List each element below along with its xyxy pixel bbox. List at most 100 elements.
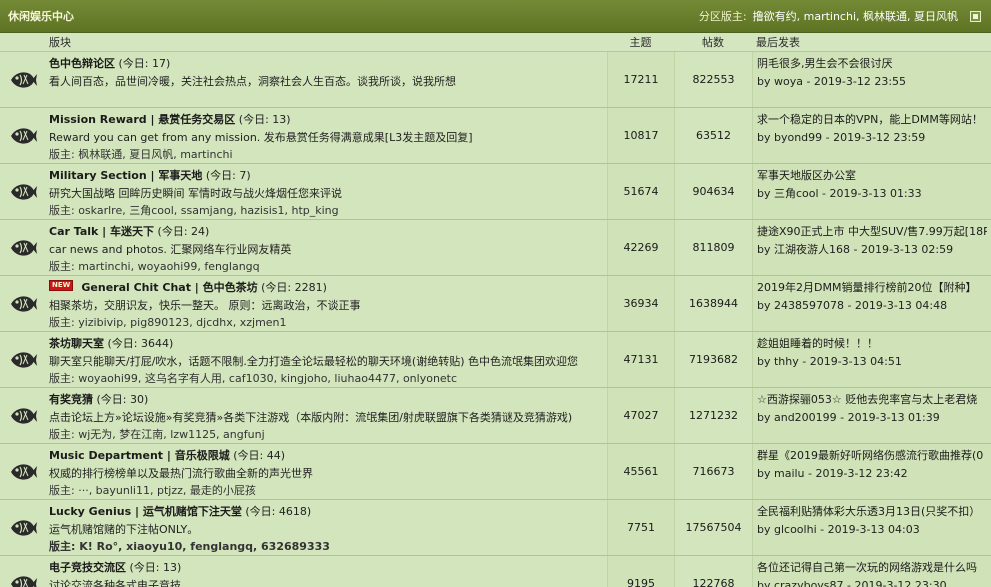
board-last-post: 求一个稳定的日本的VPN，能上DMM等网站！ by byond99 - 2019… (752, 108, 991, 163)
board-name[interactable]: 有奖竞猜 (49, 393, 93, 406)
collapse-toggle-icon[interactable] (970, 10, 981, 22)
board-last-post: 2019年2月DMM销量排行榜前20位【附种】 by 2438597078 - … (752, 276, 991, 331)
last-post-meta[interactable]: by 江湖夜游人168 - 2019-3-13 02:59 (757, 241, 987, 259)
board-row: 电子竞技交流区 (今日: 13) 讨论交流各种各式电子竞技 版主: vincen… (0, 556, 991, 587)
board-topic-count: 47027 (607, 388, 674, 443)
board-name[interactable]: Military Section | 军事天地 (49, 169, 202, 182)
board-title-line: NEW General Chit Chat | 色中色茶坊 (今日: 2281) (49, 279, 603, 297)
last-post-title[interactable]: ☆西游探骊053☆ 贬他去兜率宫与太上老君烧 (757, 391, 987, 409)
board-info: Car Talk | 车迷天下 (今日: 24) car news and ph… (45, 220, 607, 275)
board-list: 色中色辩论区 (今日: 17) 看人间百态，品世间冷暖，关注社会热点，洞察社会人… (0, 52, 991, 587)
board-status-fish-icon[interactable] (0, 388, 45, 443)
board-row: 色中色辩论区 (今日: 17) 看人间百态，品世间冷暖，关注社会热点，洞察社会人… (0, 52, 991, 108)
board-last-post: 全民福利贴猜体彩大乐透3月13日(只奖不扣） by glcoolhi - 201… (752, 500, 991, 555)
board-row: Music Department | 音乐极限城 (今日: 44) 权威的排行榜… (0, 444, 991, 500)
board-status-fish-icon[interactable] (0, 276, 45, 331)
moderators-label: 分区版主: (698, 10, 747, 23)
last-post-title[interactable]: 军事天地版区办公室 (757, 167, 987, 185)
board-post-count: 822553 (674, 52, 752, 107)
column-header: 版块 主题 帖数 最后发表 (0, 33, 991, 52)
board-status-fish-icon[interactable] (0, 220, 45, 275)
last-post-title[interactable]: 趁姐姐睡着的时候！！！ (757, 335, 987, 353)
board-row: Mission Reward | 悬赏任务交易区 (今日: 13) Reward… (0, 108, 991, 164)
board-info: NEW General Chit Chat | 色中色茶坊 (今日: 2281) … (45, 276, 607, 331)
board-name[interactable]: Lucky Genius | 运气机赌馆下注天堂 (49, 505, 242, 518)
board-title-line: Music Department | 音乐极限城 (今日: 44) (49, 447, 603, 465)
category-title[interactable]: 休闲娱乐中心 (8, 8, 74, 24)
board-post-count: 122768 (674, 556, 752, 587)
board-last-post: ☆西游探骊053☆ 贬他去兜率宫与太上老君烧 by and200199 - 20… (752, 388, 991, 443)
last-post-meta[interactable]: by and200199 - 2019-3-13 01:39 (757, 409, 987, 427)
board-post-count: 811809 (674, 220, 752, 275)
board-last-post: 群星《2019最新好听网络伤感流行歌曲推荐(0 by mailu - 2019-… (752, 444, 991, 499)
board-topic-count: 10817 (607, 108, 674, 163)
board-status-fish-icon[interactable] (0, 444, 45, 499)
board-row: 有奖竞猜 (今日: 30) 点击论坛上方»论坛设施»有奖竞猜»各类下注游戏（本版… (0, 388, 991, 444)
board-status-fish-icon[interactable] (0, 52, 45, 107)
last-post-title[interactable]: 各位还记得自己第一次玩的网络游戏是什么吗 (757, 559, 987, 577)
board-name[interactable]: 色中色辩论区 (49, 57, 115, 70)
board-moderators[interactable]: 版主: oskarlre, 三角cool, ssamjang, hazisis1… (49, 202, 603, 219)
board-row: Lucky Genius | 运气机赌馆下注天堂 (今日: 4618) 运气机赌… (0, 500, 991, 556)
last-post-title[interactable]: 求一个稳定的日本的VPN，能上DMM等网站！ (757, 111, 987, 129)
board-moderators[interactable]: 版主: woyaohi99, 这乌名字有人用, caf1030, kingjoh… (49, 370, 603, 387)
board-name[interactable]: 茶坊聊天室 (49, 337, 104, 350)
last-post-meta[interactable]: by glcoolhi - 2019-3-13 04:03 (757, 521, 987, 539)
moderators-list[interactable]: 撸欲有约, martinchi, 枫林联通, 夏日风帆 (753, 8, 958, 24)
board-title-line: 茶坊聊天室 (今日: 3644) (49, 335, 603, 353)
board-topic-count: 47131 (607, 332, 674, 387)
board-name[interactable]: Music Department | 音乐极限城 (49, 449, 230, 462)
board-status-fish-icon[interactable] (0, 332, 45, 387)
board-info: 有奖竞猜 (今日: 30) 点击论坛上方»论坛设施»有奖竞猜»各类下注游戏（本版… (45, 388, 607, 443)
last-post-meta[interactable]: by 三角cool - 2019-3-13 01:33 (757, 185, 987, 203)
last-post-title[interactable]: 全民福利贴猜体彩大乐透3月13日(只奖不扣） (757, 503, 987, 521)
board-info: 电子竞技交流区 (今日: 13) 讨论交流各种各式电子竞技 版主: vincen… (45, 556, 607, 587)
last-post-meta[interactable]: by mailu - 2019-3-12 23:42 (757, 465, 987, 483)
board-title-line: Military Section | 军事天地 (今日: 7) (49, 167, 603, 185)
board-moderators[interactable]: 版主: K! Ro°, xiaoyu10, fenglangq, 6326893… (49, 538, 603, 555)
board-status-fish-icon[interactable] (0, 164, 45, 219)
board-last-post: 阴毛很多,男生会不会很讨厌 by woya - 2019-3-12 23:55 (752, 52, 991, 107)
board-moderators[interactable]: 版主: 枫林联通, 夏日风帆, martinchi (49, 146, 603, 163)
board-moderators[interactable]: 版主: ···, bayunli11, ptjzz, 最走的小屁孩 (49, 482, 603, 499)
forum-category-panel: 休闲娱乐中心 分区版主: 撸欲有约, martinchi, 枫林联通, 夏日风帆… (0, 0, 991, 587)
board-row: NEW General Chit Chat | 色中色茶坊 (今日: 2281) … (0, 276, 991, 332)
board-post-count: 17567504 (674, 500, 752, 555)
board-moderators[interactable]: 版主: wj无为, 梦在江南, lzw1125, angfunj (49, 426, 603, 443)
board-description: 运气机赌馆赌的下注帖ONLY。 (49, 522, 199, 536)
board-status-fish-icon[interactable] (0, 556, 45, 587)
last-post-meta[interactable]: by thhy - 2019-3-13 04:51 (757, 353, 987, 371)
board-topic-count: 51674 (607, 164, 674, 219)
board-status-fish-icon[interactable] (0, 500, 45, 555)
board-moderators[interactable]: 版主: yizibivip, pig890123, djcdhx, xzjmen… (49, 314, 603, 331)
board-post-count: 1271232 (674, 388, 752, 443)
last-post-meta[interactable]: by byond99 - 2019-3-12 23:59 (757, 129, 987, 147)
board-today-count: (今日: 13) (129, 561, 182, 574)
board-status-fish-icon[interactable] (0, 108, 45, 163)
last-post-meta[interactable]: by crazyboys87 - 2019-3-12 23:30 (757, 577, 987, 587)
last-post-meta[interactable]: by woya - 2019-3-12 23:55 (757, 73, 987, 91)
board-moderators[interactable]: 版主: martinchi, woyaohi99, fenglangq (49, 258, 603, 275)
board-title-line: Car Talk | 车迷天下 (今日: 24) (49, 223, 603, 241)
board-post-count: 1638944 (674, 276, 752, 331)
last-post-title[interactable]: 捷途X90正式上市 中大型SUV/售7.99万起[18P (757, 223, 987, 241)
board-today-count: (今日: 3644) (107, 337, 174, 350)
last-post-title[interactable]: 2019年2月DMM销量排行榜前20位【附种】 (757, 279, 987, 297)
last-post-title[interactable]: 阴毛很多,男生会不会很讨厌 (757, 55, 987, 73)
board-name[interactable]: Mission Reward | 悬赏任务交易区 (49, 113, 235, 126)
board-name[interactable]: General Chit Chat | 色中色茶坊 (81, 281, 257, 294)
board-row: Military Section | 军事天地 (今日: 7) 研究大国战略 回… (0, 164, 991, 220)
board-info: 色中色辩论区 (今日: 17) 看人间百态，品世间冷暖，关注社会热点，洞察社会人… (45, 52, 607, 107)
board-last-post: 捷途X90正式上市 中大型SUV/售7.99万起[18P by 江湖夜游人168… (752, 220, 991, 275)
board-today-count: (今日: 30) (96, 393, 149, 406)
board-name[interactable]: 电子竞技交流区 (49, 561, 126, 574)
board-title-line: Mission Reward | 悬赏任务交易区 (今日: 13) (49, 111, 603, 129)
board-topic-count: 36934 (607, 276, 674, 331)
last-post-meta[interactable]: by 2438597078 - 2019-3-13 04:48 (757, 297, 987, 315)
board-topic-count: 9195 (607, 556, 674, 587)
board-today-count: (今日: 2281) (261, 281, 327, 294)
last-post-title[interactable]: 群星《2019最新好听网络伤感流行歌曲推荐(0 (757, 447, 987, 465)
board-today-count: (今日: 7) (205, 169, 251, 182)
board-name[interactable]: Car Talk | 车迷天下 (49, 225, 154, 238)
board-description: car news and photos. 汇聚网络车行业网友精英 (49, 242, 292, 256)
